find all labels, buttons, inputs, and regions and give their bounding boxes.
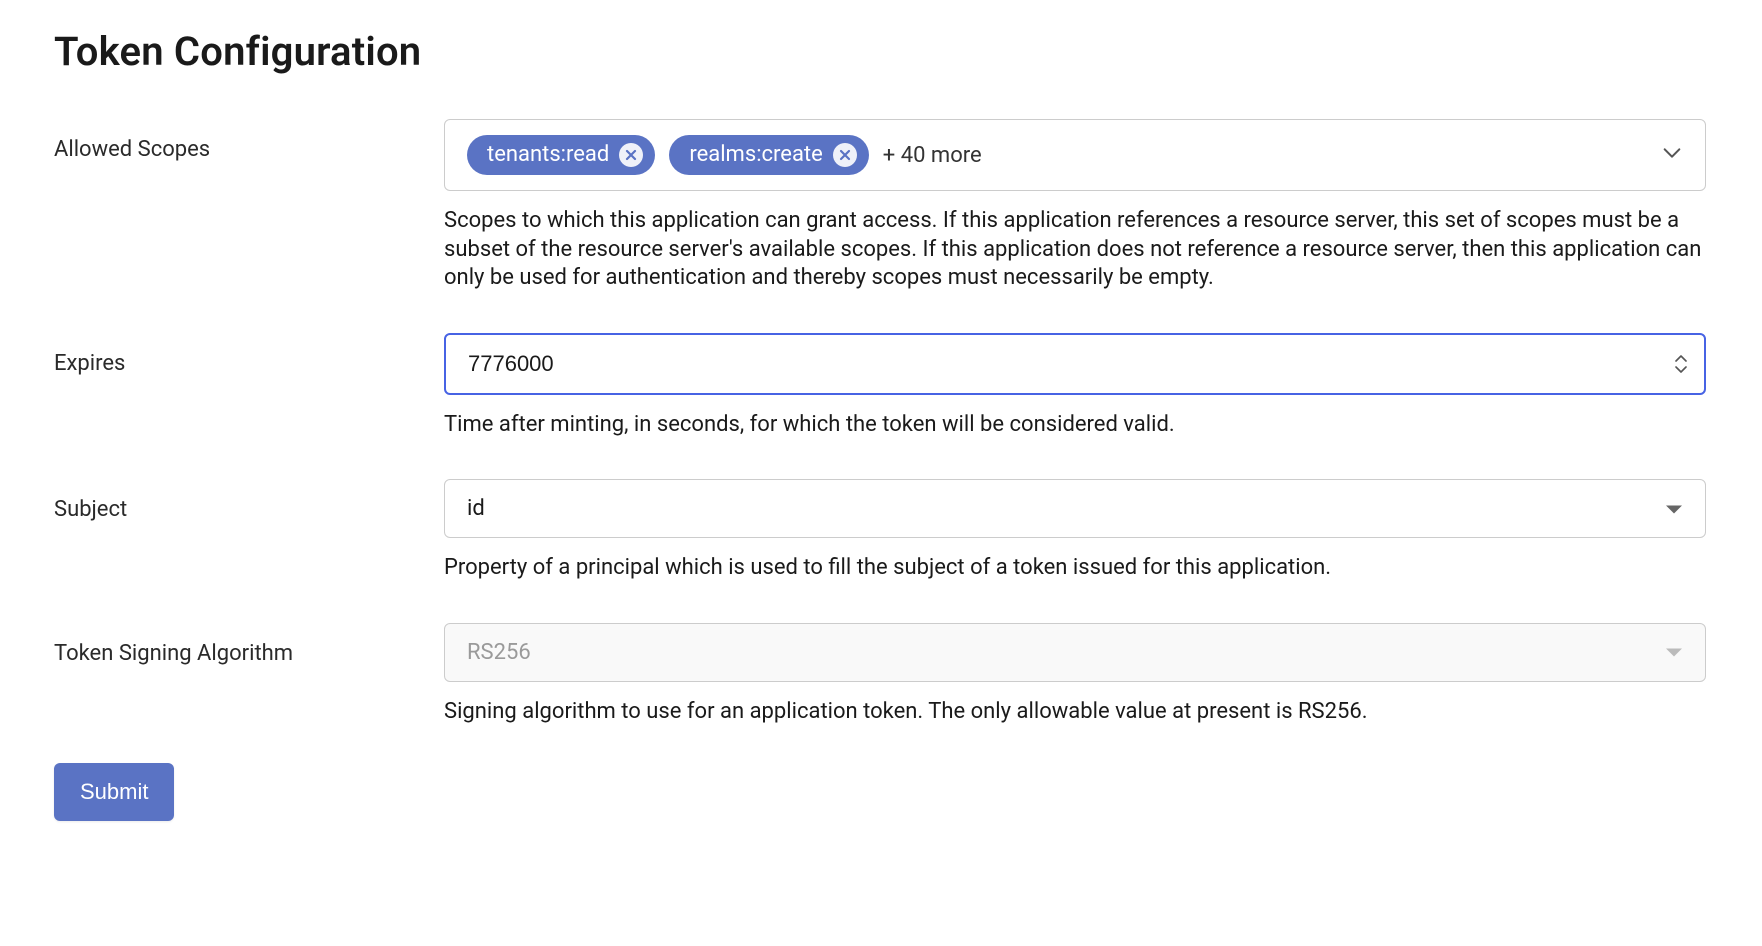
step-down-icon[interactable] (1674, 364, 1688, 374)
token-signing-algorithm-select: RS256 (444, 623, 1706, 682)
expires-input[interactable] (444, 333, 1706, 395)
subject-label: Subject (54, 479, 444, 522)
subject-help: Property of a principal which is used to… (444, 554, 1706, 583)
allowed-scopes-multiselect[interactable]: tenants:read realms:create + 40 more (444, 119, 1706, 191)
step-up-icon[interactable] (1674, 354, 1688, 364)
page-title: Token Configuration (54, 28, 1706, 75)
caret-down-icon (1665, 496, 1683, 521)
scope-chip[interactable]: tenants:read (467, 135, 655, 175)
submit-button[interactable]: Submit (54, 763, 174, 821)
expires-help: Time after minting, in seconds, for whic… (444, 411, 1706, 440)
subject-select-value: id (467, 496, 485, 521)
row-token-signing-algorithm: Token Signing Algorithm RS256 Signing al… (54, 623, 1706, 733)
more-count-label: + 40 more (883, 143, 982, 168)
chevron-down-icon (1661, 142, 1683, 168)
token-signing-algorithm-help: Signing algorithm to use for an applicat… (444, 698, 1706, 727)
row-expires: Expires Time after minting, in seconds, … (54, 333, 1706, 462)
row-allowed-scopes: Allowed Scopes tenants:read realms:creat… (54, 119, 1706, 315)
row-subject: Subject id Property of a principal which… (54, 479, 1706, 605)
allowed-scopes-help: Scopes to which this application can gra… (444, 207, 1706, 293)
token-signing-algorithm-value: RS256 (467, 640, 531, 665)
caret-down-icon (1665, 640, 1683, 665)
scope-chip-label: tenants:read (487, 144, 609, 166)
number-stepper[interactable] (1674, 354, 1688, 374)
remove-chip-icon[interactable] (619, 143, 643, 167)
scope-chip-label: realms:create (689, 144, 822, 166)
scope-chip[interactable]: realms:create (669, 135, 868, 175)
remove-chip-icon[interactable] (833, 143, 857, 167)
token-signing-algorithm-label: Token Signing Algorithm (54, 623, 444, 666)
allowed-scopes-label: Allowed Scopes (54, 119, 444, 162)
subject-select[interactable]: id (444, 479, 1706, 538)
expires-label: Expires (54, 333, 444, 376)
